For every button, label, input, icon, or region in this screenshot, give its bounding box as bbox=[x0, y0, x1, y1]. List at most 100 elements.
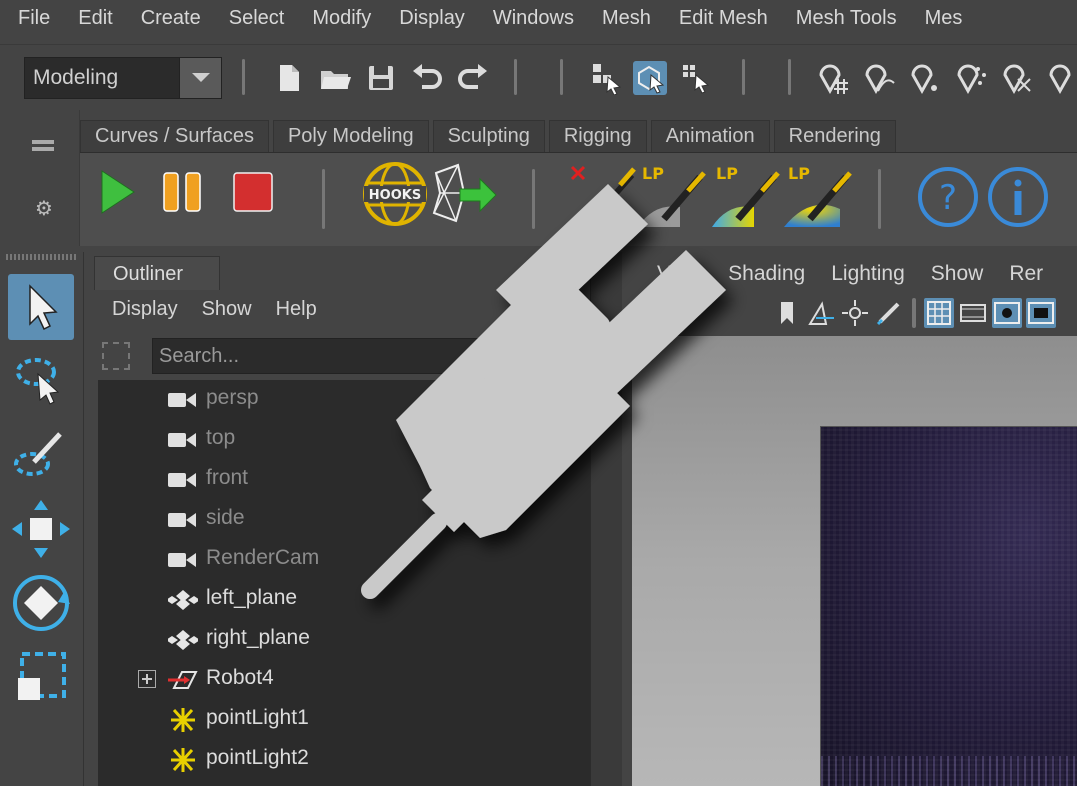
lp-tool-3-button[interactable]: LP bbox=[780, 159, 856, 233]
list-item-label: right_plane bbox=[206, 626, 310, 649]
viewport-menu-lighting[interactable]: Lighting bbox=[818, 262, 918, 286]
menu-mesh[interactable]: Mesh bbox=[588, 7, 665, 30]
paint-select-tool-button[interactable] bbox=[8, 422, 74, 488]
select-tool-button[interactable] bbox=[8, 274, 74, 340]
viewport-canvas[interactable] bbox=[632, 336, 1077, 786]
tab-poly-modeling[interactable]: Poly Modeling bbox=[272, 120, 429, 152]
lp-clear-button[interactable] bbox=[562, 161, 638, 233]
tab-animation[interactable]: Animation bbox=[650, 120, 770, 152]
grease-pencil-button[interactable] bbox=[874, 298, 904, 328]
list-item[interactable]: left_plane bbox=[98, 580, 590, 620]
snap-point-button[interactable] bbox=[908, 61, 942, 95]
mesh-icon bbox=[168, 630, 198, 650]
menu-select[interactable]: Select bbox=[215, 7, 299, 30]
chevron-down-icon[interactable] bbox=[179, 58, 221, 98]
save-scene-button[interactable] bbox=[364, 61, 398, 95]
menu-windows[interactable]: Windows bbox=[479, 7, 588, 30]
list-item[interactable]: pointLight1 bbox=[98, 700, 590, 740]
camera-tools-button[interactable] bbox=[840, 298, 870, 328]
menu-create[interactable]: Create bbox=[127, 7, 215, 30]
toolbox-grip[interactable] bbox=[6, 254, 78, 260]
select-component-icon bbox=[683, 65, 710, 94]
redo-button[interactable] bbox=[456, 61, 490, 95]
outliner-tab[interactable]: Outliner bbox=[94, 256, 220, 290]
select-hierarchy-button[interactable] bbox=[590, 61, 624, 96]
select-component-button[interactable] bbox=[680, 61, 714, 95]
list-item[interactable]: right_plane bbox=[98, 620, 590, 660]
tab-sculpting[interactable]: Sculpting bbox=[432, 120, 545, 152]
viewport-menu-show[interactable]: Show bbox=[918, 262, 997, 286]
scale-tool-button[interactable] bbox=[8, 644, 74, 710]
svg-text:LP: LP bbox=[788, 164, 810, 183]
paint-select-icon bbox=[14, 432, 62, 476]
stop-button[interactable] bbox=[232, 171, 276, 213]
menu-display[interactable]: Display bbox=[385, 7, 479, 30]
outliner-menu-help[interactable]: Help bbox=[264, 298, 329, 321]
list-item[interactable]: front bbox=[98, 460, 590, 500]
snap-live-button[interactable] bbox=[1000, 61, 1034, 95]
list-item[interactable]: RenderCam bbox=[98, 540, 590, 580]
move-tool-button[interactable] bbox=[8, 496, 74, 562]
svg-text:?: ? bbox=[939, 178, 957, 218]
gear-icon[interactable]: ⚙ bbox=[35, 196, 53, 220]
help-button[interactable]: ? bbox=[916, 165, 980, 229]
play-button[interactable] bbox=[96, 167, 140, 217]
panel-divider[interactable] bbox=[590, 252, 622, 786]
lp-tool-2-button[interactable]: LP bbox=[708, 159, 784, 233]
expand-icon[interactable] bbox=[138, 670, 156, 688]
new-scene-button[interactable] bbox=[272, 61, 306, 95]
search-input[interactable]: Search... bbox=[152, 338, 592, 374]
bookmark-icon bbox=[781, 302, 793, 324]
viewport-menu-shading[interactable]: Shading bbox=[715, 262, 818, 286]
list-item-label: persp bbox=[206, 386, 259, 409]
viewport-menu-view[interactable]: View bbox=[644, 262, 715, 286]
resolution-gate-button[interactable] bbox=[992, 298, 1022, 328]
outliner-menu-show[interactable]: Show bbox=[190, 298, 264, 321]
snap-view-plane-button[interactable] bbox=[954, 61, 988, 95]
bookmark-button[interactable] bbox=[772, 298, 802, 328]
outliner-menu-display[interactable]: Display bbox=[100, 298, 190, 321]
open-scene-button[interactable] bbox=[318, 61, 352, 95]
export-mesh-button[interactable] bbox=[430, 163, 500, 227]
shelf-menu-icon[interactable] bbox=[32, 140, 54, 144]
outliner-search-row: Search... bbox=[98, 336, 592, 376]
list-item-label: pointLight1 bbox=[206, 706, 309, 729]
list-item-label: side bbox=[206, 506, 245, 529]
rotate-tool-button[interactable] bbox=[8, 570, 74, 636]
menu-edit[interactable]: Edit bbox=[64, 7, 126, 30]
hooks-button[interactable]: HOOKS bbox=[362, 161, 428, 227]
search-filter-icon[interactable] bbox=[102, 342, 130, 370]
list-item[interactable]: side bbox=[98, 500, 590, 540]
gate-mask-button[interactable] bbox=[1026, 298, 1056, 328]
shelf-options: ⚙ bbox=[0, 110, 80, 246]
list-item[interactable]: persp bbox=[98, 380, 590, 420]
lp-tool-1-button[interactable]: LP bbox=[634, 159, 710, 233]
menu-set-dropdown[interactable]: Modeling bbox=[24, 57, 222, 99]
select-object-button[interactable] bbox=[633, 61, 667, 95]
lasso-tool-button[interactable] bbox=[8, 348, 74, 414]
tab-rigging[interactable]: Rigging bbox=[548, 120, 647, 152]
tab-curves-surfaces[interactable]: Curves / Surfaces bbox=[80, 120, 269, 152]
undo-button[interactable] bbox=[410, 61, 444, 95]
list-item[interactable]: pointLight2 bbox=[98, 740, 590, 780]
folder-open-icon bbox=[321, 71, 351, 89]
menu-mesh-tools[interactable]: Mesh Tools bbox=[782, 7, 911, 30]
tab-rendering[interactable]: Rendering bbox=[773, 120, 896, 152]
menu-edit-mesh[interactable]: Edit Mesh bbox=[665, 7, 782, 30]
list-item[interactable]: top bbox=[98, 420, 590, 460]
snap-grid-button[interactable] bbox=[816, 61, 850, 95]
svg-text:HOOKS: HOOKS bbox=[369, 188, 421, 203]
viewport-menu-renderer[interactable]: Rer bbox=[996, 262, 1056, 286]
snap-curve-button[interactable] bbox=[862, 61, 896, 95]
menu-modify[interactable]: Modify bbox=[298, 7, 385, 30]
info-button[interactable] bbox=[986, 165, 1050, 229]
snap-extra-button[interactable] bbox=[1046, 61, 1077, 95]
menu-mesh-display[interactable]: Mes bbox=[911, 7, 977, 30]
toolbar-separator bbox=[242, 59, 245, 95]
film-gate-button[interactable] bbox=[958, 298, 988, 328]
list-item[interactable]: Robot4 bbox=[98, 660, 590, 700]
menu-file[interactable]: File bbox=[4, 7, 64, 30]
grid-toggle-button[interactable] bbox=[924, 298, 954, 328]
camera-attributes-button[interactable] bbox=[806, 298, 836, 328]
pause-button[interactable] bbox=[162, 171, 204, 213]
